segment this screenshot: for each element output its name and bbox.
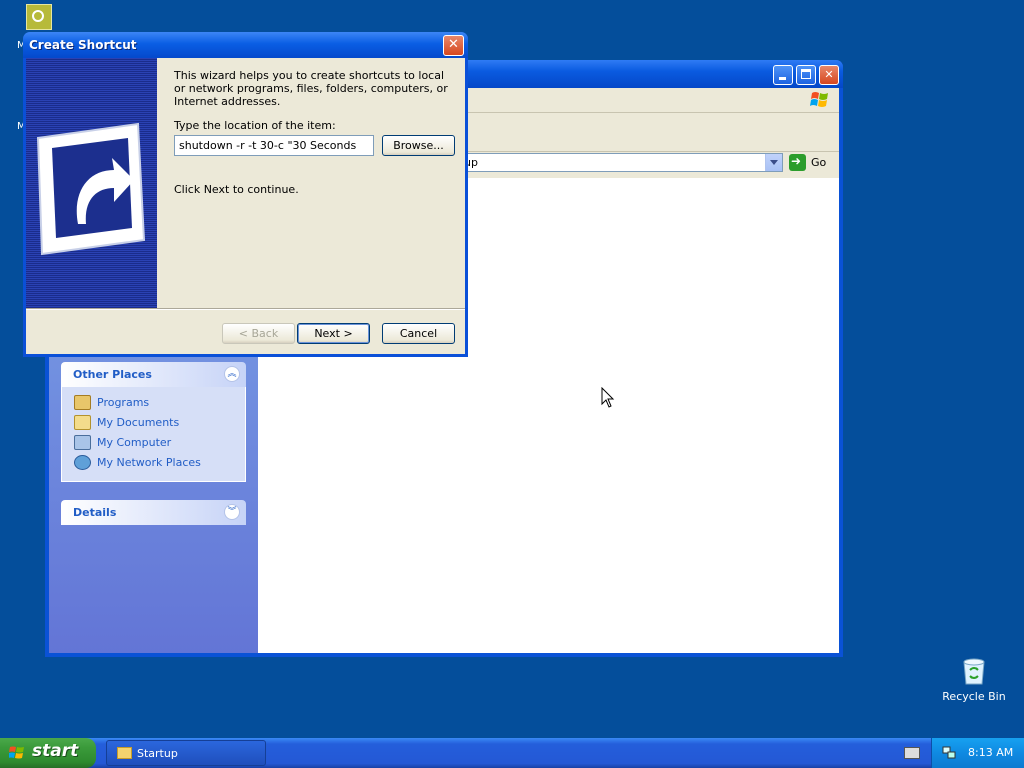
recycle-bin-label: Recycle Bin bbox=[942, 690, 1006, 703]
address-dropdown-button[interactable] bbox=[765, 154, 782, 171]
close-icon: ✕ bbox=[824, 68, 834, 81]
address-input[interactable]: up bbox=[459, 153, 783, 172]
dialog-separator bbox=[26, 308, 465, 310]
place-label: My Documents bbox=[97, 416, 180, 429]
start-button[interactable]: start bbox=[0, 738, 96, 768]
dialog-titlebar[interactable]: Create Shortcut ✕ bbox=[23, 32, 468, 58]
my-documents-icon bbox=[74, 415, 91, 430]
close-button[interactable]: ✕ bbox=[819, 65, 839, 85]
next-button[interactable]: Next > bbox=[297, 323, 370, 344]
panel-title: Other Places bbox=[73, 368, 152, 381]
cancel-button[interactable]: Cancel bbox=[382, 323, 455, 344]
dialog-title: Create Shortcut bbox=[29, 38, 137, 52]
wizard-intro-text: This wizard helps you to create shortcut… bbox=[174, 69, 448, 108]
details-header[interactable]: Details ︾ bbox=[61, 500, 246, 525]
browse-button[interactable]: Browse... bbox=[382, 135, 455, 156]
close-icon: ✕ bbox=[448, 37, 459, 52]
network-connection-icon[interactable] bbox=[26, 4, 52, 30]
clock[interactable]: 8:13 AM bbox=[968, 746, 1013, 759]
place-my-computer[interactable]: My Computer bbox=[74, 433, 245, 453]
network-tray-icon[interactable] bbox=[942, 746, 956, 760]
recycle-bin-icon bbox=[961, 656, 987, 686]
system-tray: 8:13 AM bbox=[931, 738, 1024, 768]
taskbar: start Startup 8:13 AM bbox=[0, 738, 1024, 768]
start-label: start bbox=[32, 741, 79, 761]
expand-chevron-icon[interactable]: ︾ bbox=[224, 504, 240, 520]
maximize-icon bbox=[801, 69, 811, 79]
windows-logo-icon bbox=[809, 90, 831, 110]
keyboard-icon[interactable] bbox=[904, 747, 920, 759]
location-value: shutdown -r -t 30-c "30 Seconds bbox=[179, 139, 357, 152]
network-places-icon bbox=[74, 455, 91, 470]
place-label: Programs bbox=[97, 396, 150, 409]
go-arrow-icon bbox=[789, 154, 806, 171]
taskbar-button-startup[interactable]: Startup bbox=[106, 740, 266, 766]
details-panel: Details ︾ bbox=[61, 500, 246, 525]
other-places-header[interactable]: Other Places ︽ bbox=[61, 362, 246, 387]
panel-title: Details bbox=[73, 506, 117, 519]
taskbar-button-label: Startup bbox=[137, 747, 178, 760]
windows-flag-icon bbox=[8, 745, 25, 761]
back-button[interactable]: < Back bbox=[222, 323, 295, 344]
go-label: Go bbox=[811, 156, 827, 169]
location-input[interactable]: shutdown -r -t 30-c "30 Seconds bbox=[174, 135, 374, 156]
dialog-close-button[interactable]: ✕ bbox=[443, 35, 464, 56]
wizard-banner bbox=[26, 58, 157, 308]
dialog-client: This wizard helps you to create shortcut… bbox=[26, 58, 465, 354]
location-label: Type the location of the item: bbox=[174, 119, 336, 132]
my-computer-icon bbox=[74, 435, 91, 450]
minimize-icon bbox=[779, 77, 786, 80]
create-shortcut-dialog: Create Shortcut ✕ This wizard helps you … bbox=[23, 32, 468, 357]
mouse-cursor-icon bbox=[601, 386, 615, 409]
minimize-button[interactable] bbox=[773, 65, 793, 85]
other-places-panel: Other Places ︽ Programs My Documents My … bbox=[61, 362, 246, 482]
other-places-body: Programs My Documents My Computer My Net… bbox=[61, 387, 246, 482]
recycle-bin[interactable]: Recycle Bin bbox=[940, 656, 1008, 703]
folder-icon bbox=[117, 747, 132, 759]
place-my-documents[interactable]: My Documents bbox=[74, 413, 245, 433]
maximize-button[interactable] bbox=[796, 65, 816, 85]
place-programs[interactable]: Programs bbox=[74, 393, 245, 413]
continue-text: Click Next to continue. bbox=[174, 183, 299, 196]
folder-programs-icon bbox=[74, 395, 91, 410]
place-my-network-places[interactable]: My Network Places bbox=[74, 453, 245, 473]
collapse-chevron-icon[interactable]: ︽ bbox=[224, 366, 240, 382]
go-button[interactable]: Go bbox=[789, 153, 833, 173]
place-label: My Network Places bbox=[97, 456, 201, 469]
shortcut-arrow-icon bbox=[36, 122, 146, 256]
place-label: My Computer bbox=[97, 436, 172, 449]
